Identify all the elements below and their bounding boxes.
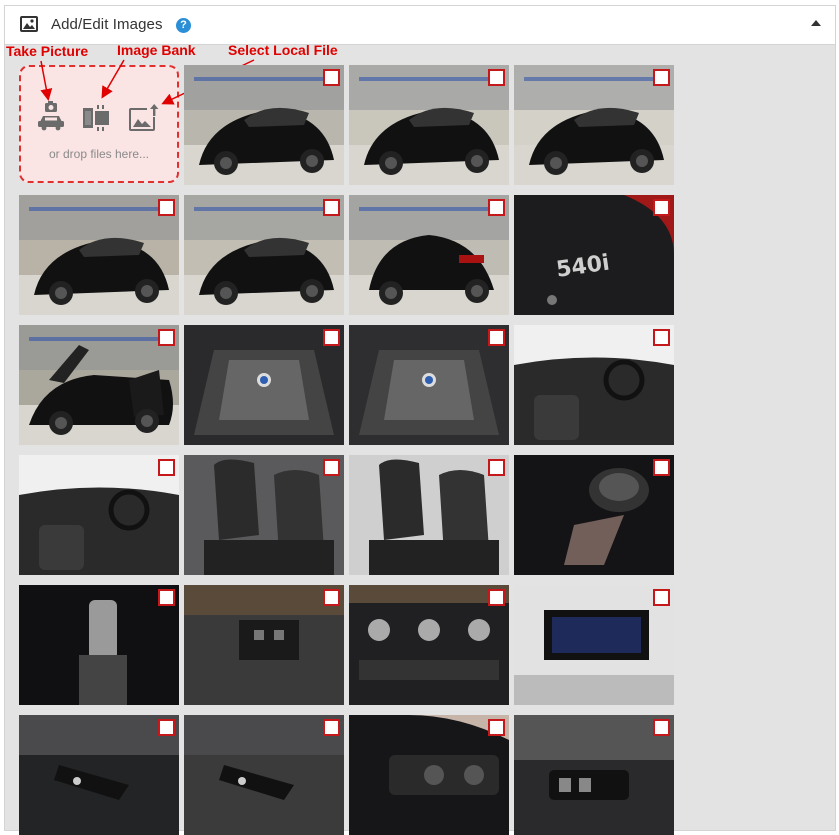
thumbnail-photo	[514, 585, 674, 705]
select-image-checkbox[interactable]	[158, 719, 175, 736]
image-thumbnail[interactable]	[349, 585, 509, 705]
thumbnail-photo	[184, 65, 344, 185]
image-upload-icon[interactable]	[129, 104, 159, 131]
image-bank-annotation: Image Bank	[117, 42, 196, 58]
thumbnail-photo	[514, 715, 674, 835]
thumbnail-photo	[514, 65, 674, 185]
thumbnail-photo	[349, 455, 509, 575]
image-thumbnail[interactable]	[349, 455, 509, 575]
image-bank-icon[interactable]	[83, 105, 111, 131]
thumbnail-photo	[19, 715, 179, 835]
panel-header[interactable]: Add/Edit Images ?	[5, 6, 835, 45]
image-thumbnail[interactable]	[184, 325, 344, 445]
image-icon	[20, 16, 38, 32]
thumbnail-photo	[349, 585, 509, 705]
image-thumbnail[interactable]	[19, 455, 179, 575]
thumbnail-photo	[184, 325, 344, 445]
image-thumbnail[interactable]	[514, 455, 674, 575]
thumbnail-photo	[184, 455, 344, 575]
image-thumbnail[interactable]	[514, 325, 674, 445]
image-thumbnail[interactable]	[184, 65, 344, 185]
image-thumbnail[interactable]	[19, 715, 179, 835]
select-image-checkbox[interactable]	[323, 459, 340, 476]
thumbnail-photo	[19, 455, 179, 575]
select-image-checkbox[interactable]	[158, 329, 175, 346]
thumbnail-photo	[349, 65, 509, 185]
select-image-checkbox[interactable]	[488, 69, 505, 86]
panel-title: Add/Edit Images	[51, 16, 163, 33]
take-picture-annotation: Take Picture	[6, 43, 89, 59]
select-image-checkbox[interactable]	[488, 589, 505, 606]
select-local-file-annotation: Select Local File	[228, 42, 338, 58]
drop-files-hint: or drop files here...	[48, 147, 150, 161]
select-image-checkbox[interactable]	[653, 589, 670, 606]
select-image-checkbox[interactable]	[488, 459, 505, 476]
select-image-checkbox[interactable]	[323, 719, 340, 736]
image-thumbnail[interactable]	[514, 585, 674, 705]
select-image-checkbox[interactable]	[488, 329, 505, 346]
thumbnail-photo	[349, 325, 509, 445]
image-thumbnail[interactable]	[514, 715, 674, 835]
image-thumbnail[interactable]	[514, 65, 674, 185]
image-thumbnail[interactable]	[349, 195, 509, 315]
thumbnail-photo	[184, 585, 344, 705]
select-image-checkbox[interactable]	[488, 719, 505, 736]
select-image-checkbox[interactable]	[653, 719, 670, 736]
image-thumbnail[interactable]	[184, 455, 344, 575]
chevron-up-icon[interactable]	[811, 20, 821, 26]
select-image-checkbox[interactable]	[653, 69, 670, 86]
select-image-checkbox[interactable]	[158, 589, 175, 606]
select-image-checkbox[interactable]	[653, 199, 670, 216]
select-image-checkbox[interactable]	[653, 459, 670, 476]
image-thumbnail[interactable]	[19, 195, 179, 315]
image-thumbnail[interactable]	[349, 715, 509, 835]
thumbnail-photo: 540i	[514, 195, 674, 315]
image-thumbnail[interactable]	[184, 195, 344, 315]
select-image-checkbox[interactable]	[323, 199, 340, 216]
select-image-checkbox[interactable]	[323, 329, 340, 346]
image-thumbnail[interactable]	[184, 585, 344, 705]
thumbnail-photo	[19, 325, 179, 445]
thumbnail-photo	[184, 195, 344, 315]
select-image-checkbox[interactable]	[323, 589, 340, 606]
thumbnail-photo	[514, 325, 674, 445]
select-image-checkbox[interactable]	[323, 69, 340, 86]
image-thumbnail[interactable]	[349, 325, 509, 445]
thumbnail-photo	[184, 715, 344, 835]
thumbnail-photo	[514, 455, 674, 575]
camera-car-icon[interactable]	[37, 101, 65, 131]
image-thumbnail[interactable]	[19, 325, 179, 445]
select-image-checkbox[interactable]	[488, 199, 505, 216]
thumbnail-photo	[349, 195, 509, 315]
select-image-checkbox[interactable]	[158, 199, 175, 216]
help-icon[interactable]: ?	[176, 18, 191, 33]
image-thumbnail[interactable]	[184, 715, 344, 835]
select-image-checkbox[interactable]	[158, 459, 175, 476]
file-drop-zone[interactable]: or drop files here...	[19, 65, 179, 183]
thumbnail-photo	[19, 585, 179, 705]
thumbnail-photo	[19, 195, 179, 315]
thumbnail-photo	[349, 715, 509, 835]
image-thumbnail[interactable]: 540i	[514, 195, 674, 315]
image-thumbnail[interactable]	[349, 65, 509, 185]
image-thumbnail[interactable]	[19, 585, 179, 705]
select-image-checkbox[interactable]	[653, 329, 670, 346]
